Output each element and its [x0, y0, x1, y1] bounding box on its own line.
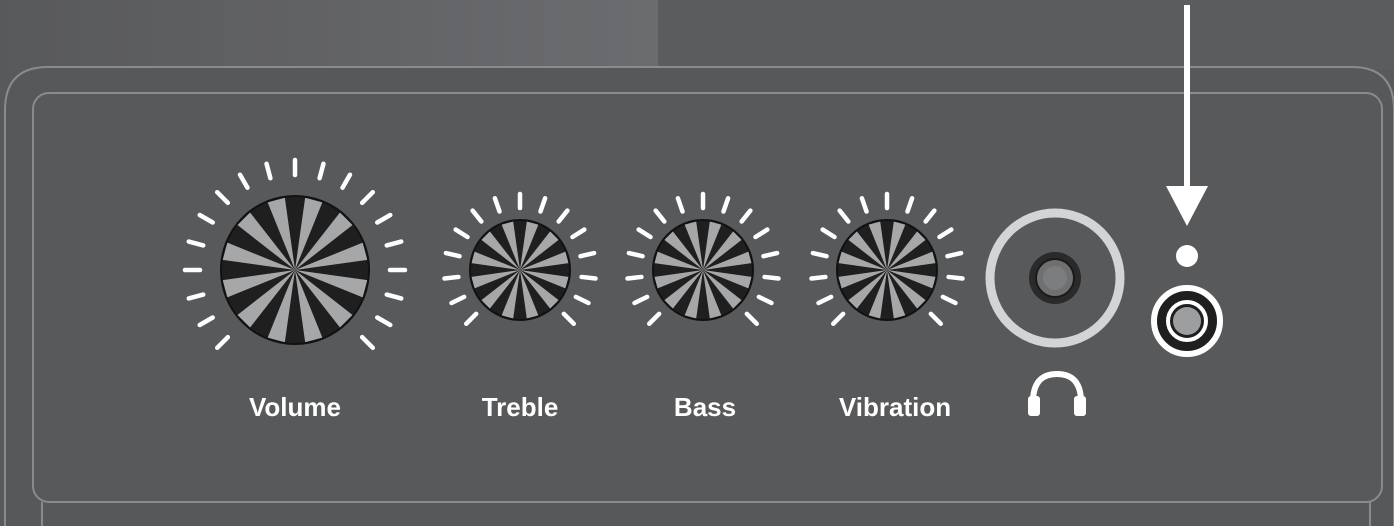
bass-tick-mark [625, 274, 644, 281]
treble-tick-mark [442, 274, 461, 281]
bass-tick-mark [626, 250, 645, 259]
vibration-tick-mark [809, 274, 828, 281]
vibration-tick-mark [945, 250, 964, 259]
treble-tick-mark [579, 274, 598, 281]
indicator-led [1176, 245, 1198, 267]
vibration-tick-mark [946, 274, 965, 281]
treble-label: Treble [481, 392, 559, 422]
vibration-tick-mark [810, 250, 829, 259]
vibration-label: Vibration [838, 392, 952, 422]
treble-tick-mark [443, 250, 462, 259]
volume-label: Volume [249, 392, 341, 422]
treble-tick-mark [578, 250, 597, 259]
input-jack[interactable] [1151, 285, 1223, 357]
bass-label: Bass [673, 392, 737, 422]
bass-tick-mark [762, 274, 781, 281]
bass-tick-mark [761, 250, 780, 259]
